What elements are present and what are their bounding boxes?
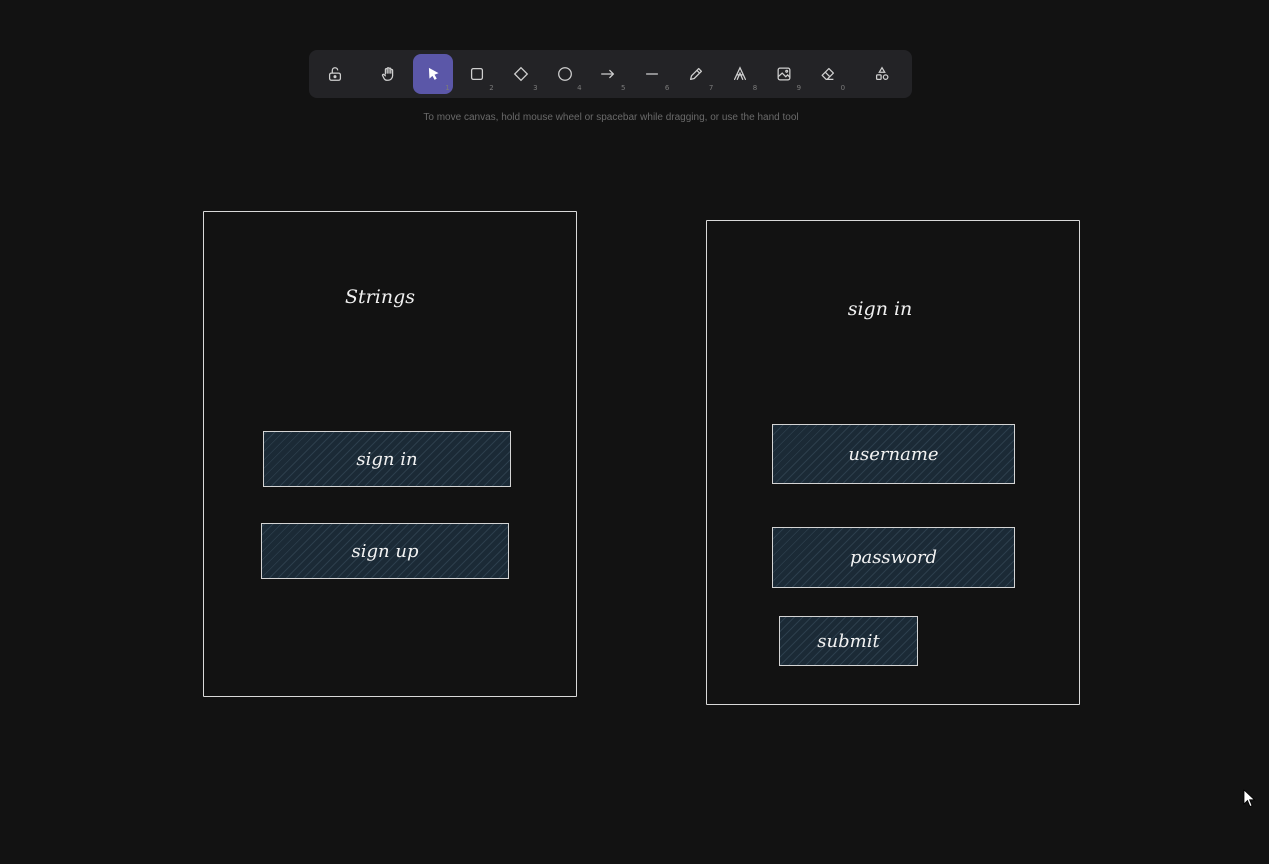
shortcut-key: 4 — [577, 84, 582, 92]
arrow-tool-button[interactable]: 5 — [589, 54, 629, 94]
shortcut-key: 7 — [708, 84, 714, 92]
shortcut-key: 5 — [620, 84, 626, 92]
sign-up-button[interactable]: sign up — [261, 523, 509, 579]
shortcut-key: 1 — [445, 84, 450, 92]
pointer-arrow-icon — [428, 67, 439, 80]
eraser-tool-button[interactable]: 0 — [808, 54, 848, 94]
image-icon — [777, 67, 791, 81]
text-icon — [734, 66, 747, 81]
diamond-icon — [513, 66, 528, 82]
canvas-hint: To move canvas, hold mouse wheel or spac… — [423, 112, 799, 123]
password-field[interactable]: password — [772, 527, 1015, 588]
shortcut-key: 0 — [840, 84, 846, 92]
text-tool-button[interactable]: 8 — [720, 54, 760, 94]
home-screen-title[interactable]: Strings — [300, 286, 460, 308]
shortcut-key: 6 — [664, 84, 670, 92]
shortcut-key: 3 — [533, 84, 538, 92]
shortcut-key: 8 — [752, 84, 758, 92]
shapes-icon — [875, 66, 889, 81]
rectangle-tool-button[interactable]: 2 — [457, 54, 497, 94]
mouse-cursor-icon — [1243, 789, 1256, 808]
hand-tool-button[interactable] — [369, 54, 409, 94]
unlock-icon — [328, 67, 341, 81]
toolbar: 1 2 3 4 5 6 7 8 9 0 — [309, 50, 912, 98]
shortcut-key: 9 — [796, 84, 802, 92]
image-tool-button[interactable]: 9 — [764, 54, 804, 94]
hand-icon — [381, 67, 394, 81]
line-icon — [646, 73, 659, 75]
sign-in-screen-title[interactable]: sign in — [800, 298, 960, 320]
rectangle-icon — [470, 67, 483, 81]
submit-button[interactable]: submit — [779, 616, 918, 666]
draw-tool-button[interactable]: 7 — [676, 54, 716, 94]
arrow-right-icon — [601, 69, 615, 79]
eraser-icon — [821, 67, 835, 81]
line-tool-button[interactable]: 6 — [632, 54, 672, 94]
pencil-icon — [690, 67, 703, 81]
diamond-tool-button[interactable]: 3 — [501, 54, 541, 94]
sign-in-button[interactable]: sign in — [263, 431, 511, 487]
circle-icon — [557, 67, 572, 81]
username-field[interactable]: username — [772, 424, 1015, 484]
shortcut-key: 2 — [489, 84, 494, 92]
more-shapes-button[interactable] — [862, 54, 902, 94]
selection-tool-button[interactable]: 1 — [412, 54, 453, 94]
lock-tool-button[interactable] — [315, 54, 355, 94]
ellipse-tool-button[interactable]: 4 — [545, 54, 585, 94]
drawing-canvas[interactable]: 1 2 3 4 5 6 7 8 9 0 To move canvas, hold… — [0, 0, 1269, 864]
